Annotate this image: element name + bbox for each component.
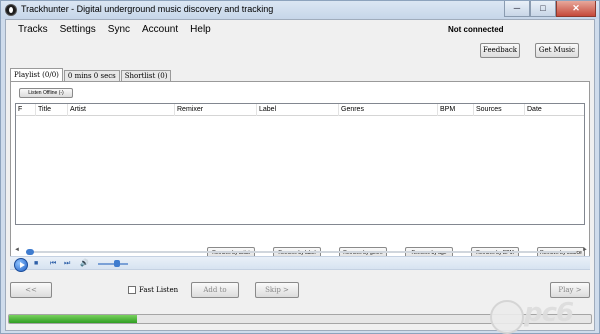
fast-listen-toggle[interactable]: Fast Listen — [128, 286, 178, 294]
volume-icon[interactable]: 🔊 — [80, 260, 89, 268]
seek-thumb[interactable] — [26, 249, 34, 255]
player-controls: ■ ⏮ ⏭ 🔊 — [10, 256, 590, 272]
tab-playlist[interactable]: Playlist (0/0) — [10, 68, 63, 82]
tracks-grid[interactable]: F Title Artist Remixer Label Genres BPM … — [15, 103, 585, 225]
close-button[interactable]: ✕ — [556, 1, 596, 17]
seek-bar[interactable]: ◄ ► — [10, 247, 590, 256]
previous-track-icon[interactable]: ⏮ — [50, 260, 56, 268]
app-logo-icon — [5, 4, 17, 16]
stop-icon[interactable]: ■ — [34, 260, 38, 268]
progress-fill — [9, 315, 138, 323]
add-to-button[interactable]: Add to — [191, 282, 239, 298]
seek-right-arrow-icon[interactable]: ► — [582, 247, 588, 253]
volume-thumb[interactable] — [114, 260, 120, 267]
next-track-icon[interactable]: ⏭ — [64, 260, 70, 268]
menu-help[interactable]: Help — [184, 23, 217, 37]
app-window: Trackhunter - Digital underground music … — [0, 0, 600, 334]
column-header-artist[interactable]: Artist — [68, 104, 175, 116]
fast-listen-label: Fast Listen — [139, 286, 179, 294]
column-header-genres[interactable]: Genres — [339, 104, 438, 116]
maximize-button[interactable]: □ — [530, 1, 556, 17]
window-controls: ─ □ ✕ — [504, 1, 596, 17]
title-bar: Trackhunter - Digital underground music … — [1, 1, 599, 19]
feedback-button[interactable]: Feedback — [480, 43, 520, 58]
listen-offline-button[interactable]: Listen Offline (-) — [19, 88, 73, 98]
menu-bar: Tracks Settings Sync Account Help — [12, 23, 217, 37]
column-header-label[interactable]: Label — [257, 104, 339, 116]
grid-header: F Title Artist Remixer Label Genres BPM … — [16, 104, 584, 116]
connection-status: Not connected — [448, 25, 504, 34]
volume-track[interactable] — [98, 263, 128, 265]
menu-sync[interactable]: Sync — [102, 23, 136, 37]
tab-strip: Playlist (0/0) 0 mins 0 secs Shortlist (… — [10, 68, 172, 82]
minimize-button[interactable]: ─ — [504, 1, 530, 17]
seek-track[interactable] — [26, 251, 576, 253]
menu-tracks[interactable]: Tracks — [12, 23, 54, 37]
window-title: Trackhunter - Digital underground music … — [21, 4, 274, 14]
seek-left-arrow-icon[interactable]: ◄ — [14, 247, 20, 253]
column-header-remixer[interactable]: Remixer — [175, 104, 257, 116]
menu-account[interactable]: Account — [136, 23, 184, 37]
skip-button[interactable]: Skip > — [255, 282, 299, 298]
column-header-title[interactable]: Title — [36, 104, 68, 116]
playlist-panel: Listen Offline (-) F Title Artist Remixe… — [10, 81, 590, 264]
column-header-date[interactable]: Date — [525, 104, 584, 116]
watermark-text: pc6 — [524, 298, 574, 328]
watermark-logo: pc6 — [490, 296, 590, 334]
column-header-bpm[interactable]: BPM — [438, 104, 474, 116]
column-header-f[interactable]: F — [16, 104, 36, 116]
play-icon[interactable] — [14, 258, 28, 272]
watermark-circle — [490, 300, 524, 334]
get-music-button[interactable]: Get Music — [535, 43, 579, 58]
menu-settings[interactable]: Settings — [54, 23, 102, 37]
fast-listen-checkbox[interactable] — [128, 286, 136, 294]
column-header-sources[interactable]: Sources — [474, 104, 525, 116]
previous-button[interactable]: << — [10, 282, 52, 298]
main-client-area: Tracks Settings Sync Account Help Not co… — [5, 19, 595, 334]
